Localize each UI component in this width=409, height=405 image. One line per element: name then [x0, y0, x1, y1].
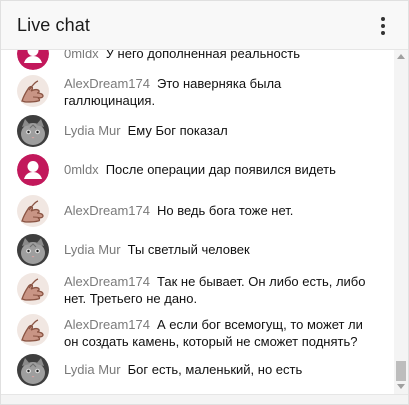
scrollbar-thumb[interactable]	[396, 361, 406, 381]
author-name[interactable]: 0mldx	[64, 50, 99, 61]
message-list[interactable]: 0mldx У него дополненная реальность AlexD…	[1, 50, 393, 394]
message-body: AlexDream174 Это наверняка была галлюцина…	[64, 75, 375, 109]
hand-drawing-icon[interactable]	[17, 195, 49, 227]
message-body: AlexDream174 Так не бывает. Он либо есть,…	[64, 273, 375, 307]
message-body: Lydia Mur Ты светлый человек	[64, 241, 375, 258]
more-vertical-icon[interactable]	[373, 15, 393, 37]
message-text: Ему Бог показал	[127, 123, 228, 138]
message-text: Ты светлый человек	[127, 242, 250, 257]
scroll-up-arrow-icon[interactable]	[397, 54, 405, 59]
hand-drawing-icon[interactable]	[17, 75, 49, 107]
author-name[interactable]: 0mldx	[64, 162, 99, 177]
message-text: Но ведь бога тоже нет.	[157, 203, 294, 218]
chat-header: Live chat	[1, 1, 408, 50]
chat-input-area	[1, 394, 408, 404]
author-name[interactable]: Lydia Mur	[64, 123, 121, 138]
default-user-icon[interactable]	[17, 50, 49, 70]
cat-photo-icon[interactable]	[17, 234, 49, 266]
message-text: Бог есть, маленький, но есть	[127, 362, 303, 377]
message-text: У него дополненная реальность	[105, 50, 300, 61]
message-body: 0mldx После операции дар появился видеть	[64, 161, 375, 178]
hand-drawing-icon[interactable]	[17, 314, 49, 346]
menu-dot	[381, 24, 385, 28]
cat-photo-icon[interactable]	[17, 115, 49, 147]
message-body: AlexDream174 А если бог всемогущ, то може…	[64, 316, 375, 350]
author-name[interactable]: AlexDream174	[64, 203, 150, 218]
live-chat-panel: Live chat 0mldx У него дополненная реальн…	[0, 0, 409, 405]
hand-drawing-icon[interactable]	[17, 273, 49, 305]
author-name[interactable]: AlexDream174	[64, 76, 150, 91]
message-text: После операции дар появился видеть	[105, 162, 336, 177]
default-user-icon[interactable]	[17, 154, 49, 186]
menu-dot	[381, 17, 385, 21]
author-name[interactable]: AlexDream174	[64, 317, 150, 332]
cat-photo-icon[interactable]	[17, 354, 49, 386]
author-name[interactable]: AlexDream174	[64, 274, 150, 289]
author-name[interactable]: Lydia Mur	[64, 362, 121, 377]
scrollbar[interactable]	[394, 50, 408, 394]
message-body: Lydia Mur Ему Бог показал	[64, 122, 375, 139]
message-body: AlexDream174 Но ведь бога тоже нет.	[64, 202, 375, 219]
author-name[interactable]: Lydia Mur	[64, 242, 121, 257]
menu-dot	[381, 31, 385, 35]
scroll-down-arrow-icon[interactable]	[397, 384, 405, 389]
chat-title: Live chat	[17, 14, 90, 35]
message-body: Lydia Mur Бог есть, маленький, но есть	[64, 361, 375, 378]
message-body: 0mldx У него дополненная реальность	[64, 50, 375, 62]
